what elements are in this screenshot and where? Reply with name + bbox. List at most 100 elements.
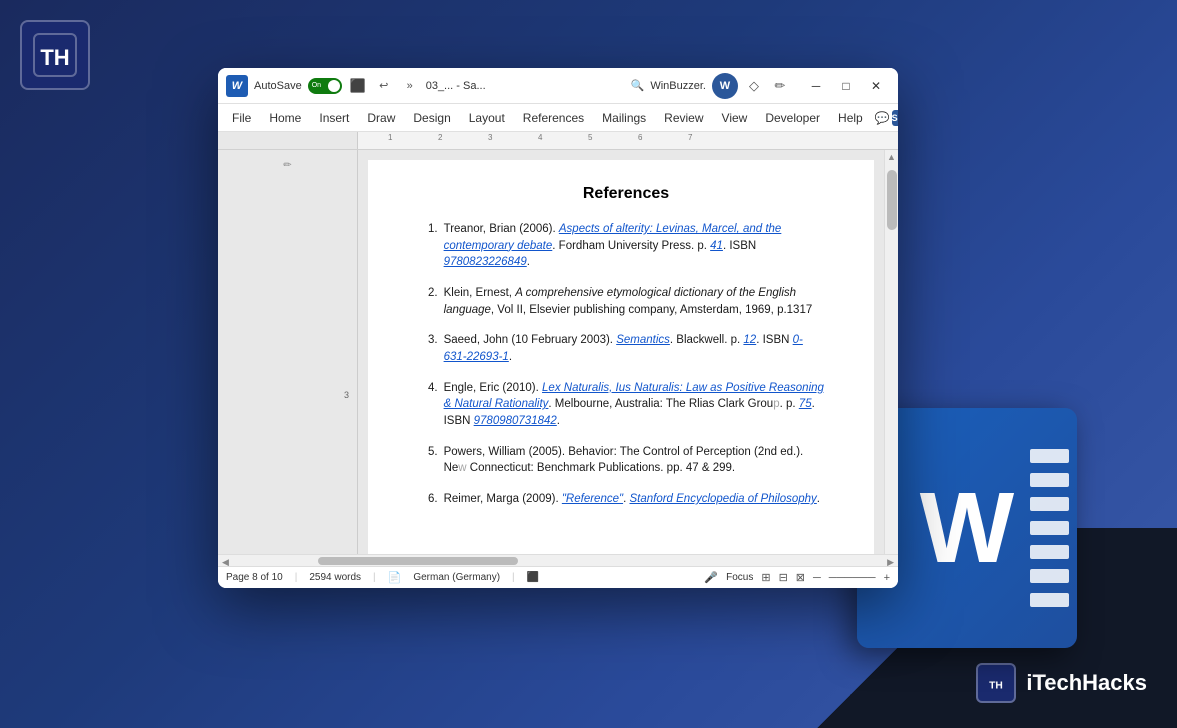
undo-icon[interactable]: ↩: [374, 76, 394, 96]
ref-link-1[interactable]: Aspects of alterity: Levinas, Marcel, an…: [444, 223, 782, 252]
menu-layout[interactable]: Layout: [461, 108, 513, 128]
brand-logo-icon: TH: [976, 663, 1016, 703]
toggle-on-label: On: [312, 82, 321, 89]
ref-item-6: 6. Reimer, Marga (2009). "Reference". St…: [428, 491, 824, 508]
brand-name: iTechHacks: [1026, 670, 1147, 696]
ruler-mark-1: 1: [388, 133, 392, 142]
title-bar: W AutoSave On ⬛ ↩ » 03_... - Sa... 🔍 Win…: [218, 68, 898, 104]
ref-num-4: 4.: [428, 380, 438, 430]
comment-icon[interactable]: 💬: [875, 108, 890, 128]
close-button[interactable]: ✕: [862, 76, 890, 96]
speech-icon[interactable]: 🎤: [704, 571, 718, 584]
menu-help[interactable]: Help: [830, 108, 871, 128]
ruler-mark-5: 5: [588, 133, 592, 142]
ruler-left-margin: [218, 132, 358, 149]
word-count: 2594 words: [309, 572, 361, 583]
horizontal-scrollbar[interactable]: ◀ ▶: [218, 554, 898, 566]
ref-item-1: 1. Treanor, Brian (2006). Aspects of alt…: [428, 221, 824, 271]
pen-margin-icon: ✏: [283, 160, 291, 171]
word-logo: W: [226, 75, 248, 97]
ref-num-6: 6.: [428, 491, 438, 508]
search-area[interactable]: 🔍: [631, 79, 645, 92]
ref-text-3: Saeed, John (10 February 2003). Semantic…: [444, 332, 824, 365]
autosave-toggle[interactable]: On: [308, 78, 342, 94]
menu-bar: File Home Insert Draw Design Layout Refe…: [218, 104, 898, 132]
menu-insert[interactable]: Insert: [311, 108, 357, 128]
scroll-thumb[interactable]: [887, 170, 897, 230]
page-indicator: Page 8 of 10: [226, 572, 283, 583]
page-content: References 1. Treanor, Brian (2006). Asp…: [358, 150, 884, 554]
autosave-label: AutoSave: [254, 80, 302, 92]
status-right: 🎤 Focus ⊞ ⊟ ⊠ ─ ────── +: [704, 571, 890, 584]
menu-draw[interactable]: Draw: [359, 108, 403, 128]
ref-item-3: 3. Saeed, John (10 February 2003). Seman…: [428, 332, 824, 365]
language-flag: ⬛: [527, 572, 539, 583]
hscroll-thumb[interactable]: [318, 557, 518, 565]
search-icon: 🔍: [631, 79, 645, 92]
brand-bottom-right: TH iTechHacks: [976, 663, 1147, 703]
ref-num-1: 1.: [428, 221, 438, 271]
filename: 03_... - Sa...: [426, 80, 625, 92]
hscroll-right-arrow[interactable]: ▶: [887, 557, 894, 568]
ref-text-5: Powers, William (2005). Behavior: The Co…: [444, 444, 824, 477]
menu-view[interactable]: View: [714, 108, 756, 128]
ruler-mark-4: 4: [538, 133, 542, 142]
vertical-scrollbar[interactable]: ▲: [884, 150, 898, 554]
focus-label[interactable]: Focus: [726, 572, 753, 583]
word-line-4: [1030, 521, 1069, 535]
diamond-icon[interactable]: ◇: [744, 76, 764, 96]
save-icon[interactable]: ⬛: [348, 76, 368, 96]
left-margin: ✏ 3: [218, 150, 358, 554]
word-window: W AutoSave On ⬛ ↩ » 03_... - Sa... 🔍 Win…: [218, 68, 898, 588]
ref-text-2: Klein, Ernest, A comprehensive etymologi…: [444, 285, 824, 318]
word-line-3: [1030, 497, 1069, 511]
ref-text-1: Treanor, Brian (2006). Aspects of alteri…: [444, 221, 824, 271]
ref-text-6: Reimer, Marga (2009). "Reference". Stanf…: [444, 491, 824, 508]
menu-home[interactable]: Home: [261, 108, 309, 128]
ref-num-3: 3.: [428, 332, 438, 365]
menu-developer[interactable]: Developer: [757, 108, 828, 128]
document-area: ✏ 3 References 1. Treanor, Brian (2006).…: [218, 150, 898, 554]
svg-text:TH: TH: [990, 681, 1004, 692]
view-normal-icon[interactable]: ⊞: [761, 571, 770, 584]
ref-link-3[interactable]: Semantics: [616, 334, 670, 346]
hscroll-left-arrow[interactable]: ◀: [222, 557, 229, 568]
margin-number: 3: [344, 390, 349, 400]
ref-item-2: 2. Klein, Ernest, A comprehensive etymol…: [428, 285, 824, 318]
ref-item-4: 4. Engle, Eric (2010). Lex Naturalis, Iu…: [428, 380, 824, 430]
menu-mailings[interactable]: Mailings: [594, 108, 654, 128]
page-paper: References 1. Treanor, Brian (2006). Asp…: [368, 160, 874, 554]
window-controls: ─ □ ✕: [802, 76, 890, 96]
ref-link-4[interactable]: Lex Naturalis, Ius Naturalis: Law as Pos…: [444, 382, 824, 411]
status-divider-3: |: [512, 572, 515, 583]
zoom-slider[interactable]: ──────: [829, 572, 876, 584]
maximize-button[interactable]: □: [832, 76, 860, 96]
menu-design[interactable]: Design: [405, 108, 458, 128]
menu-references[interactable]: References: [515, 108, 592, 128]
status-bar: Page 8 of 10 | 2594 words | 📄 German (Ge…: [218, 566, 898, 588]
references-heading: References: [428, 185, 824, 203]
word-line-7: [1030, 593, 1069, 607]
status-divider-1: |: [295, 572, 298, 583]
view-print-icon[interactable]: ⊟: [779, 571, 788, 584]
view-web-icon[interactable]: ⊠: [796, 571, 805, 584]
ruler: 1 2 3 4 5 6 7: [218, 132, 898, 150]
menu-review[interactable]: Review: [656, 108, 711, 128]
references-list: 1. Treanor, Brian (2006). Aspects of alt…: [428, 221, 824, 508]
status-divider-2: |: [373, 572, 376, 583]
zoom-out-icon[interactable]: ─: [813, 572, 821, 584]
more-icon[interactable]: »: [400, 76, 420, 96]
ruler-mark-2: 2: [438, 133, 442, 142]
ruler-content: 1 2 3 4 5 6 7: [358, 132, 898, 149]
pen-icon[interactable]: ✏: [770, 76, 790, 96]
ref-link-6[interactable]: "Reference": [562, 493, 623, 505]
scroll-up-arrow[interactable]: ▲: [885, 152, 898, 162]
word-line-1: [1030, 449, 1069, 463]
word-letter-w: W: [920, 478, 1014, 578]
word-line-5: [1030, 545, 1069, 559]
ruler-mark-6: 6: [638, 133, 642, 142]
zoom-in-icon[interactable]: +: [884, 572, 890, 584]
menu-file[interactable]: File: [224, 108, 259, 128]
ribbon-share-button[interactable]: Share: [892, 110, 898, 126]
minimize-button[interactable]: ─: [802, 76, 830, 96]
